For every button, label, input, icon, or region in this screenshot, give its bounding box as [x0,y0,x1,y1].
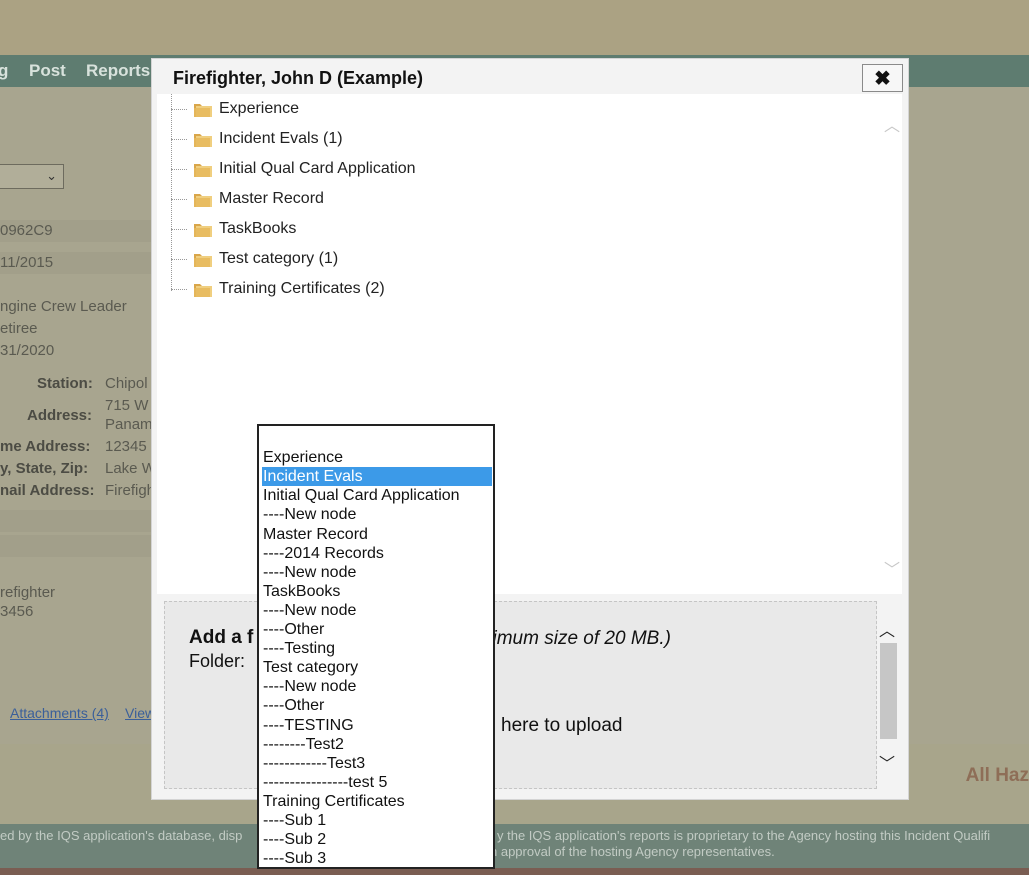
folder-icon [193,251,213,268]
tree-item[interactable]: TaskBooks [171,218,296,240]
dropdown-option[interactable]: ----Sub 1 [262,811,492,830]
number-value: 3456 [0,603,34,620]
scroll-up-icon[interactable]: ︿ [879,617,895,641]
dropdown-option[interactable]: ----New node [262,505,492,524]
station-value: Chipol [105,375,148,392]
dropdown-option[interactable]: ----New node [262,601,492,620]
dropdown-option[interactable]: Experience [262,448,492,467]
status-value: etiree [0,320,38,337]
dropdown-option[interactable]: ----New node [262,563,492,582]
drop-instructions: here to upload [501,715,623,736]
title-value: refighter [0,584,56,601]
folder-icon [193,281,213,298]
dropdown-option[interactable] [262,429,492,448]
tree-connector [171,228,187,230]
id-value: 0962C9 [0,222,53,239]
tree-scrollbar[interactable]: ︿ ﹀ [882,112,902,582]
tree-connector [171,168,187,170]
tree-item[interactable]: Test category (1) [171,248,338,270]
footer-text-2b: n approval of the hosting Agency represe… [490,844,775,859]
dropdown-option[interactable]: Initial Qual Card Application [262,486,492,505]
footer-text-1: ed by the IQS application's database, di… [0,828,243,843]
chevron-down-icon: ⌄ [46,168,57,183]
upload-title: Add a f [189,627,254,648]
tree-item-label: Training Certificates (2) [219,280,385,297]
folder-icon [193,101,213,118]
tree-connector [171,108,187,110]
tree-item-label: Test category (1) [219,250,339,267]
row-stripe [0,510,152,532]
tree-item-label: Incident Evals (1) [219,130,343,147]
position-value: ngine Crew Leader [0,298,127,315]
dropdown-option[interactable]: ----Other [262,696,492,715]
folder-dropdown-list[interactable]: Experience Incident Evals Initial Qual Car… [257,424,495,869]
row-stripe [0,535,152,557]
tree-item-label: Master Record [219,190,324,207]
dropdown-option[interactable]: ----TESTING [262,716,492,735]
folder-icon [193,161,213,178]
dropdown-option[interactable]: ----Sub 3 [262,849,492,868]
dropdown-option[interactable]: TaskBooks [262,582,492,601]
bottom-bar [0,868,1029,875]
address-label: Address: [27,407,93,424]
tree-item-label: TaskBooks [219,220,297,237]
tree-item[interactable]: Master Record [171,188,324,210]
modal-title: Firefighter, John D (Example) [173,68,424,88]
scroll-down-icon[interactable]: ﹀ [884,556,900,580]
home-address-label: me Address: [0,438,91,455]
footer-brand-text: All Haz [965,765,1029,786]
city-value: Lake W [105,460,156,477]
tree-connector [171,198,187,200]
address-value-2: Panam [105,416,153,433]
city-label: y, State, Zip: [0,460,89,477]
dropdown-option[interactable]: ----2014 Records [262,544,492,563]
nav-item-post[interactable]: Post [29,61,66,81]
scrollbar-thumb[interactable] [880,643,897,739]
dropdown-option[interactable]: Master Record [262,525,492,544]
background-select[interactable]: ⌄ [0,164,64,189]
scroll-up-icon[interactable]: ︿ [884,112,900,136]
dropdown-option[interactable]: --------Test2 [262,735,492,754]
folder-icon [193,191,213,208]
station-label: Station: [37,375,93,392]
tree-connector [171,288,187,290]
tree-item[interactable]: Experience [171,98,299,120]
tree-connector [171,138,187,140]
tree-item[interactable]: Initial Qual Card Application [171,158,416,180]
dropdown-option[interactable]: ----------------test 5 [262,773,492,792]
tree-item[interactable]: Incident Evals (1) [171,128,343,150]
tree-item[interactable]: Training Certificates (2) [171,278,385,300]
footer: ed by the IQS application's database, di… [0,824,1029,868]
email-value: Firefigh [105,482,156,499]
folder-icon [193,131,213,148]
tree-item-label: Experience [219,100,300,117]
home-address-value: 12345 [105,438,147,455]
dropdown-option[interactable]: Test category [262,658,492,677]
email-label: nail Address: [0,482,95,499]
dropdown-option[interactable]: ----Other [262,620,492,639]
nav-item[interactable]: g [0,61,8,81]
folder-icon [193,221,213,238]
dropdown-option[interactable]: ----New node [262,677,492,696]
close-icon: ✖ [874,67,891,90]
upload-size-hint: ximum size of 20 MB.) [483,628,671,649]
scroll-down-icon[interactable]: ﹀ [879,750,895,774]
folder-label: Folder: [189,651,246,671]
date-value: 11/2015 [0,254,54,271]
upload-scrollbar[interactable]: ︿ ﹀ [879,617,899,774]
dropdown-option[interactable]: ------------Test3 [262,754,492,773]
address-value-1: 715 W [105,397,149,414]
footer-text-1b: y the IQS application's reports is propr… [497,828,991,843]
tree-item-label: Initial Qual Card Application [219,160,416,177]
dropdown-option[interactable]: Training Certificates [262,792,492,811]
nav-item-reports[interactable]: Reports [86,61,150,81]
app-header [0,0,1029,55]
dropdown-option[interactable]: ----Sub 2 [262,830,492,849]
dropdown-option[interactable]: ----Testing [262,639,492,658]
dropdown-option[interactable]: Incident Evals [262,467,492,486]
attachments-link[interactable]: Attachments (4) [10,705,109,721]
close-button[interactable]: ✖ [862,64,903,92]
tree-connector [171,258,187,260]
date2-value: 31/2020 [0,342,55,359]
